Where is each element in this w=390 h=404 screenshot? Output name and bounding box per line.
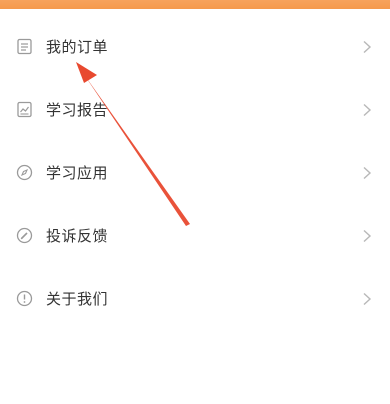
menu-item-label: 关于我们 [46, 289, 109, 308]
info-icon [16, 290, 33, 307]
report-chart-icon [16, 101, 33, 118]
menu-item-label: 投诉反馈 [46, 226, 109, 245]
menu-item-label: 我的订单 [46, 37, 109, 56]
compass-icon [16, 164, 33, 181]
pen-icon [16, 227, 33, 244]
chevron-right-icon [362, 291, 372, 306]
chevron-right-icon [362, 39, 372, 54]
chevron-right-icon [362, 102, 372, 117]
chevron-right-icon [362, 165, 372, 180]
menu-item-about-us[interactable]: 关于我们 [0, 268, 390, 328]
menu-card: 我的订单 学习报告 学习应用 投诉反馈 关于我们 [0, 9, 390, 404]
settings-screen: 我的订单 学习报告 学习应用 投诉反馈 关于我们 [0, 0, 390, 404]
menu-item-label: 学习应用 [46, 163, 109, 182]
menu-item-feedback[interactable]: 投诉反馈 [0, 205, 390, 265]
menu-item-label: 学习报告 [46, 100, 109, 119]
document-icon [16, 38, 33, 55]
menu-item-my-orders[interactable]: 我的订单 [0, 16, 390, 76]
chevron-right-icon [362, 228, 372, 243]
header-strip [0, 0, 390, 9]
menu-item-study-apps[interactable]: 学习应用 [0, 142, 390, 202]
menu-item-study-report[interactable]: 学习报告 [0, 79, 390, 139]
